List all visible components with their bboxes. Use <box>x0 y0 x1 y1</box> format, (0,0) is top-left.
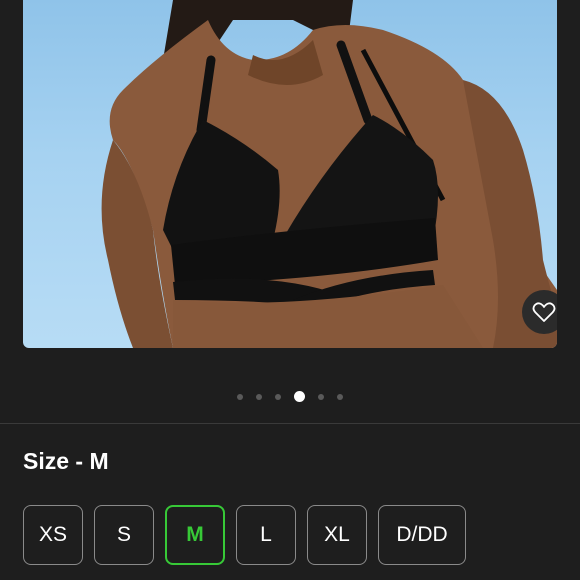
size-option-d-dd[interactable]: D/DD <box>378 505 466 565</box>
size-option-l[interactable]: L <box>236 505 296 565</box>
carousel-dot[interactable] <box>256 393 262 400</box>
size-option-xs[interactable]: XS <box>23 505 83 565</box>
carousel-dot[interactable] <box>237 393 243 400</box>
product-photo <box>101 0 557 348</box>
carousel-dot-active[interactable] <box>294 391 305 402</box>
heart-icon <box>532 302 556 322</box>
product-page: Size - M XS S M L XL D/DD <box>0 0 580 580</box>
product-image[interactable] <box>23 0 557 348</box>
carousel-dot[interactable] <box>337 393 343 400</box>
section-divider <box>0 423 580 424</box>
size-option-s[interactable]: S <box>94 505 154 565</box>
carousel-indicator <box>0 391 580 402</box>
size-options: XS S M L XL D/DD <box>23 505 466 565</box>
size-option-xl[interactable]: XL <box>307 505 367 565</box>
size-heading: Size - M <box>23 448 109 474</box>
carousel-dot[interactable] <box>275 393 281 400</box>
carousel-dot[interactable] <box>318 393 324 400</box>
size-option-m[interactable]: M <box>165 505 225 565</box>
